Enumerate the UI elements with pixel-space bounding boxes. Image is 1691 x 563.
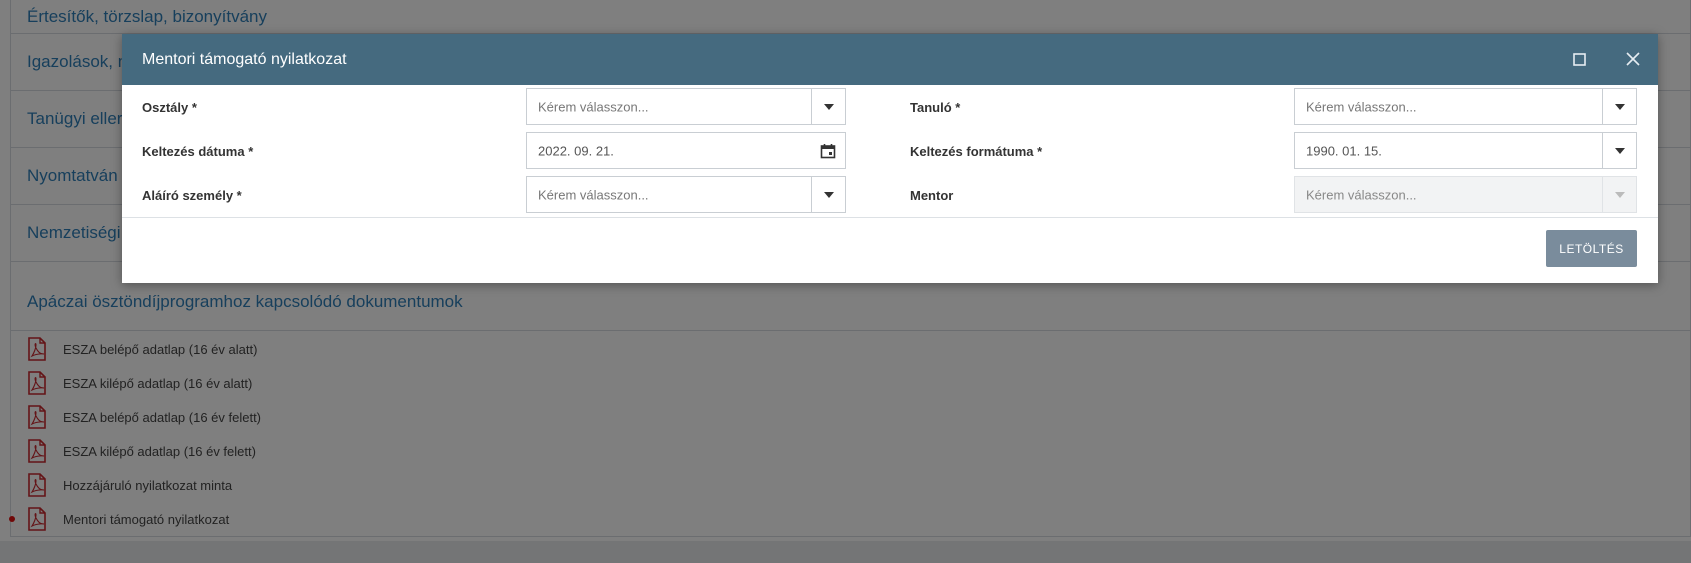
keltezes-formatuma-select[interactable]: 1990. 01. 15. (1294, 132, 1637, 169)
format-value: 1990. 01. 15. (1306, 143, 1382, 158)
tanulo-select[interactable]: Kérem válasszon... (1294, 88, 1637, 125)
keltezes-datuma-label: Keltezés dátuma * (142, 144, 254, 159)
osztaly-placeholder: Kérem válasszon... (538, 99, 649, 114)
chevron-down-icon (1614, 147, 1625, 154)
dropdown-trigger[interactable] (1602, 89, 1636, 124)
dialog-body: Osztály * Kérem válasszon... Tanuló * Ké… (122, 85, 1658, 217)
date-value: 2022. 09. 21. (538, 143, 614, 158)
close-icon[interactable] (1621, 47, 1645, 71)
keltezes-formatuma-label: Keltezés formátuma * (910, 144, 1043, 159)
osztaly-select[interactable]: Kérem válasszon... (526, 88, 846, 125)
mentor-select: Kérem válasszon... (1294, 176, 1637, 213)
chevron-down-icon (823, 191, 834, 198)
mentor-statement-dialog: Mentori támogató nyilatkozat Osztály * K… (122, 34, 1658, 283)
alairo-select[interactable]: Kérem válasszon... (526, 176, 846, 213)
download-button[interactable]: LETÖLTÉS (1546, 230, 1637, 267)
dialog-header: Mentori támogató nyilatkozat (122, 34, 1658, 85)
maximize-icon[interactable] (1567, 47, 1591, 71)
chevron-down-icon (1614, 191, 1625, 198)
chevron-down-icon (1614, 103, 1625, 110)
calendar-icon[interactable] (811, 133, 845, 168)
chevron-down-icon (823, 103, 834, 110)
mentor-label: Mentor (910, 188, 954, 203)
alairo-placeholder: Kérem válasszon... (538, 187, 649, 202)
dropdown-trigger[interactable] (811, 177, 845, 212)
dialog-title: Mentori támogató nyilatkozat (142, 50, 347, 68)
date-picker-input[interactable]: 2022. 09. 21. (526, 132, 846, 169)
osztaly-label: Osztály * (142, 100, 197, 115)
tanulo-label: Tanuló * (910, 100, 961, 115)
dropdown-trigger[interactable] (811, 89, 845, 124)
mentor-placeholder: Kérem válasszon... (1306, 187, 1417, 202)
footer-divider (122, 217, 1658, 218)
tanulo-placeholder: Kérem válasszon... (1306, 99, 1417, 114)
alairo-label: Aláíró személy * (142, 188, 242, 203)
dropdown-trigger[interactable] (1602, 133, 1636, 168)
dropdown-trigger (1602, 177, 1636, 212)
